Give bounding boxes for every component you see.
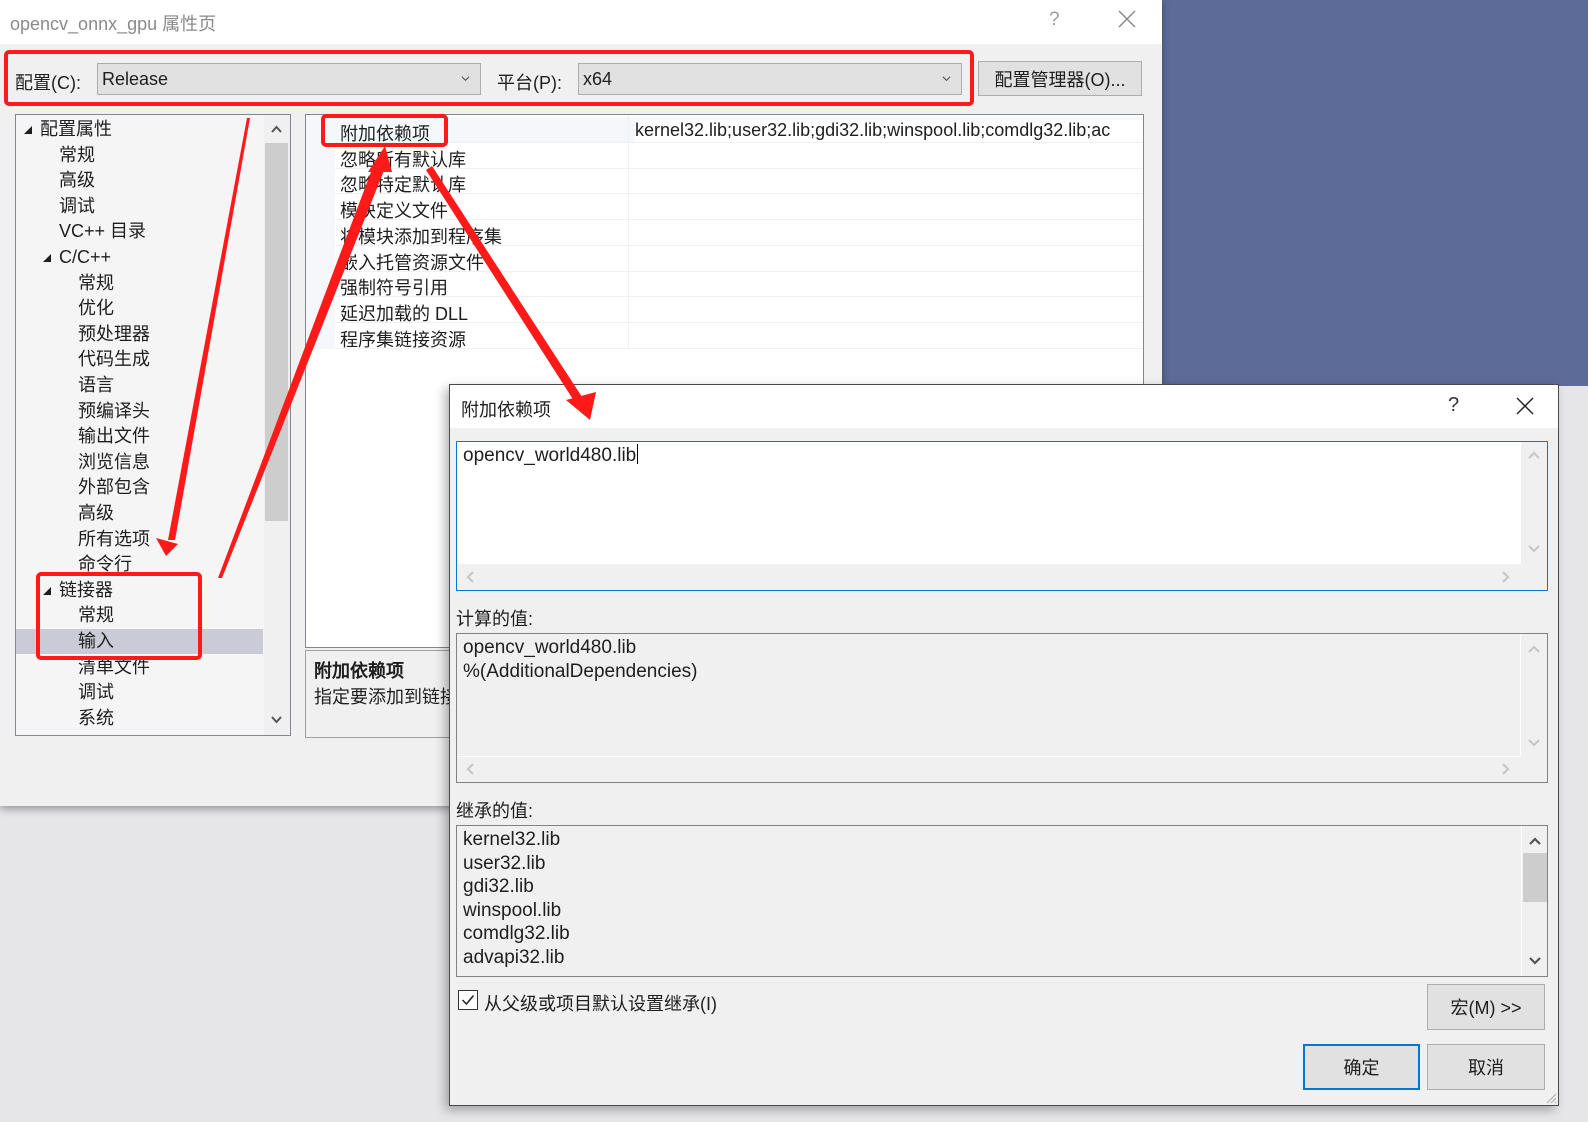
annotation-box-linker-input xyxy=(36,572,202,660)
tree-item[interactable]: 预编译头 xyxy=(78,399,150,424)
value-line: comdlg32.lib xyxy=(463,923,570,944)
property-row[interactable]: 将模块添加到程序集 xyxy=(335,220,1143,247)
inherited-values-label: 继承的值: xyxy=(456,801,534,821)
help-button[interactable]: ? xyxy=(1049,9,1060,31)
cancel-button[interactable]: 取消 xyxy=(1427,1044,1545,1090)
property-row[interactable]: 模块定义文件 xyxy=(335,194,1143,221)
expand-triangle-icon[interactable] xyxy=(24,126,32,134)
value-line: kernel32.lib xyxy=(463,829,561,850)
property-value[interactable]: kernel32.lib;user32.lib;gdi32.lib;winspo… xyxy=(635,120,1143,142)
tree-scrollbar[interactable] xyxy=(264,115,290,735)
scroll-down-icon[interactable] xyxy=(1527,542,1541,556)
value-line: %(AdditionalDependencies) xyxy=(463,660,698,682)
property-row[interactable]: 强制符号引用 xyxy=(335,271,1143,298)
scroll-left-icon[interactable] xyxy=(463,570,477,584)
property-value[interactable] xyxy=(635,145,1143,168)
tree-item[interactable]: 调试 xyxy=(59,194,95,219)
tree-item[interactable]: 调试 xyxy=(78,680,114,705)
expand-triangle-icon[interactable] xyxy=(43,254,51,262)
desktop-background xyxy=(1162,0,1588,386)
scroll-down-icon[interactable] xyxy=(270,713,283,726)
scroll-left-icon[interactable] xyxy=(463,762,477,776)
value-line: advapi32.lib xyxy=(463,946,565,968)
tree-item[interactable]: 浏览信息 xyxy=(78,450,150,475)
grid-gutter xyxy=(306,115,335,349)
tree-item[interactable]: 输出文件 xyxy=(78,424,150,449)
dialog-help-button[interactable]: ? xyxy=(1448,394,1459,417)
scroll-up-icon[interactable] xyxy=(270,123,283,136)
additional-dependencies-dialog: 附加依赖项 ? opencv_world480.lib 计算的值: opencv… xyxy=(449,384,1559,1106)
tree-scroll-thumb[interactable] xyxy=(265,143,288,521)
annotation-box-config xyxy=(4,50,974,106)
value-line: opencv_world480.lib xyxy=(463,637,637,658)
tree-item[interactable]: 代码生成 xyxy=(78,347,150,372)
macros-button[interactable]: 宏(M) >> xyxy=(1427,984,1545,1030)
scroll-up-icon[interactable] xyxy=(1527,448,1541,462)
value-line: gdi32.lib xyxy=(463,876,534,897)
property-row[interactable]: 附加依赖项 kernel32.lib;user32.lib;gdi32.lib;w… xyxy=(335,117,1143,144)
property-value[interactable] xyxy=(635,171,1143,194)
tree-item[interactable]: 系统 xyxy=(78,706,114,731)
resize-grip-icon[interactable] xyxy=(1543,1090,1557,1104)
computed-values-label: 计算的值: xyxy=(456,609,534,629)
property-value[interactable] xyxy=(635,197,1143,220)
close-icon[interactable] xyxy=(1116,8,1138,30)
property-row[interactable]: 忽略特定默认库 xyxy=(335,168,1143,195)
property-value[interactable] xyxy=(635,299,1143,322)
text-caret xyxy=(637,444,639,464)
edit-value: opencv_world480.lib xyxy=(463,445,637,466)
property-value[interactable] xyxy=(635,222,1143,245)
tree-item[interactable]: 常规 xyxy=(78,271,114,296)
window-title: opencv_onnx_gpu 属性页 xyxy=(10,14,217,34)
property-value[interactable] xyxy=(635,248,1143,271)
inherit-checkbox-label[interactable]: 从父级或项目默认设置继承(I) xyxy=(484,990,717,1016)
tree-item[interactable]: VC++ 目录 xyxy=(59,219,146,244)
property-row[interactable]: 嵌入托管资源文件 xyxy=(335,246,1143,273)
value-line: user32.lib xyxy=(463,852,546,874)
annotation-box-additional-deps xyxy=(321,114,448,147)
scroll-divider xyxy=(1520,634,1521,756)
description-title: 附加依赖项 xyxy=(314,661,404,681)
property-row[interactable]: 忽略所有默认库 xyxy=(335,143,1143,170)
scroll-down-icon[interactable] xyxy=(1528,954,1542,968)
property-name: 程序集链接资源 xyxy=(340,329,466,350)
value-line: winspool.lib xyxy=(463,899,562,921)
tree-item[interactable]: 常规 xyxy=(59,143,95,168)
scroll-down-icon[interactable] xyxy=(1527,736,1541,750)
tree-item[interactable]: C/C++ xyxy=(59,245,111,270)
computed-values-box[interactable]: opencv_world480.lib %(AdditionalDependenc… xyxy=(456,633,1548,783)
property-row[interactable]: 程序集链接资源 xyxy=(335,323,1143,350)
tree-item[interactable]: 优化 xyxy=(78,296,114,321)
scroll-up-icon[interactable] xyxy=(1528,834,1542,848)
tree-item[interactable]: 高级 xyxy=(78,501,114,526)
dialog-title: 附加依赖项 xyxy=(461,400,551,420)
property-row[interactable]: 延迟加载的 DLL xyxy=(335,297,1143,324)
grid-column-divider[interactable] xyxy=(628,115,629,349)
tree-item[interactable]: 所有选项 xyxy=(78,527,150,552)
dependencies-edit-field[interactable]: opencv_world480.lib xyxy=(456,441,1548,591)
scroll-up-icon[interactable] xyxy=(1527,642,1541,656)
property-value[interactable] xyxy=(635,274,1143,297)
dialog-title-bar: 附加依赖项 ? xyxy=(450,385,1558,428)
inherit-checkbox[interactable] xyxy=(458,990,478,1010)
ok-button[interactable]: 确定 xyxy=(1303,1044,1420,1090)
inherited-scrollbar[interactable] xyxy=(1521,826,1547,976)
config-manager-button[interactable]: 配置管理器(O)... xyxy=(978,61,1142,96)
close-icon[interactable] xyxy=(1516,397,1534,415)
description-text: 指定要添加到链接 xyxy=(314,687,458,707)
tree-item[interactable]: 预处理器 xyxy=(78,322,150,347)
tree-item[interactable]: 语言 xyxy=(78,373,114,398)
inherited-values-box[interactable]: kernel32.lib user32.lib gdi32.lib winspool.… xyxy=(456,825,1548,977)
tree-item[interactable]: 高级 xyxy=(59,168,95,193)
inherited-scroll-thumb[interactable] xyxy=(1523,853,1547,902)
scroll-right-icon[interactable] xyxy=(1499,570,1513,584)
tree-item[interactable]: 配置属性 xyxy=(40,117,112,142)
tree-item[interactable]: 外部包含 xyxy=(78,475,150,500)
checkmark-icon xyxy=(461,995,475,1006)
property-value[interactable] xyxy=(635,325,1143,348)
scroll-divider xyxy=(457,756,1521,757)
title-bar: opencv_onnx_gpu 属性页 ? xyxy=(0,0,1162,44)
scroll-right-icon[interactable] xyxy=(1499,762,1513,776)
